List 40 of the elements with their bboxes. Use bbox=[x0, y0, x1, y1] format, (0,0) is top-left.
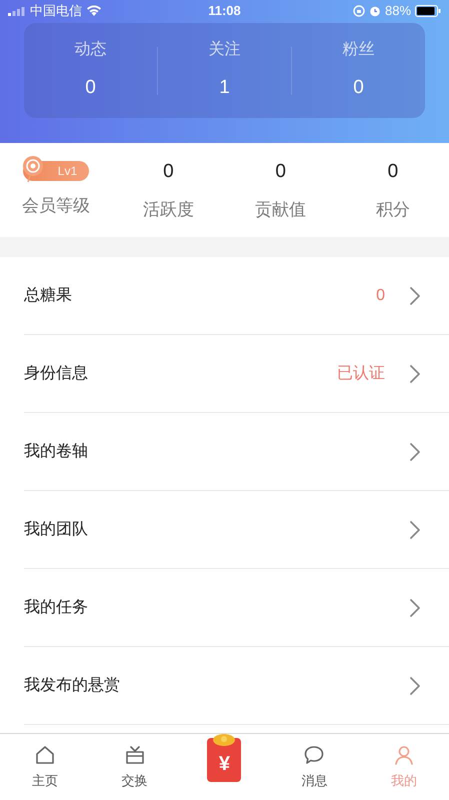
metric-value: 0 bbox=[163, 160, 174, 184]
menu-row-value: 0 bbox=[376, 286, 385, 306]
person-icon bbox=[393, 744, 416, 766]
metric-value: 0 bbox=[388, 160, 398, 184]
rotation-lock-icon bbox=[352, 5, 365, 17]
medal-icon bbox=[21, 155, 46, 184]
wifi-icon bbox=[86, 5, 102, 17]
signal-icon bbox=[8, 6, 26, 16]
clock-time: 11:08 bbox=[208, 2, 241, 20]
menu-row[interactable]: 身份信息 已认证 bbox=[24, 335, 449, 413]
battery-icon bbox=[415, 5, 442, 17]
chevron-right-icon bbox=[409, 364, 421, 384]
home-icon bbox=[34, 744, 56, 766]
stat-value[interactable]: 0 bbox=[85, 74, 96, 103]
menu-row-value: 已认证 bbox=[337, 364, 385, 384]
menu-row[interactable]: 我的任务 bbox=[24, 569, 449, 647]
chevron-right-icon bbox=[409, 286, 421, 306]
coin-icon bbox=[212, 733, 236, 747]
carrier-name: 中国电信 bbox=[30, 2, 82, 20]
menu-row[interactable]: 我发布的悬赏 bbox=[24, 647, 449, 725]
chevron-right-icon bbox=[409, 442, 421, 462]
tab-item[interactable]: 消息 bbox=[269, 744, 360, 790]
battery-percent: 88% bbox=[384, 2, 412, 20]
chevron-right-icon bbox=[409, 598, 421, 618]
chevron-right-icon bbox=[409, 676, 421, 696]
box-icon bbox=[124, 744, 146, 766]
menu-row[interactable]: 总糖果 0 bbox=[24, 257, 449, 335]
metric-label: 活跃度 bbox=[142, 198, 194, 220]
chat-bubble-icon bbox=[303, 744, 326, 766]
stat-value[interactable]: 1 bbox=[219, 74, 230, 103]
metric-value: 0 bbox=[275, 160, 286, 184]
metric-label: 会员等级 bbox=[22, 195, 90, 218]
chevron-right-icon bbox=[409, 520, 421, 540]
menu-row[interactable]: 我的团队 bbox=[24, 491, 449, 569]
alarm-icon bbox=[368, 5, 381, 17]
tab-item[interactable]: 交换 bbox=[90, 744, 180, 790]
metric-label: 贡献值 bbox=[255, 198, 306, 220]
tab-item[interactable]: 主页 bbox=[0, 744, 90, 790]
metric-label: 积分 bbox=[376, 198, 410, 220]
menu-row[interactable]: 我的卷轴 bbox=[24, 413, 449, 491]
